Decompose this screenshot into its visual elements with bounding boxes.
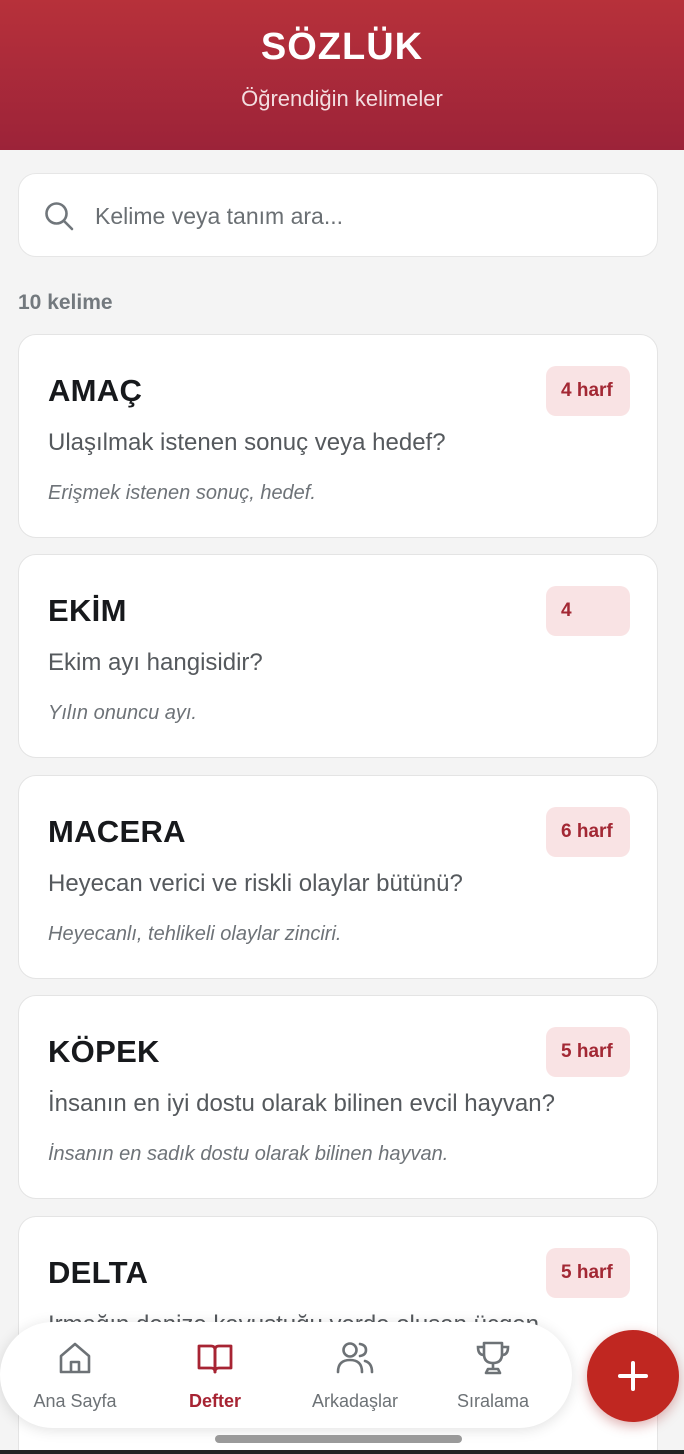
card-answer: Heyecanlı, tehlikeli olaylar zinciri. bbox=[48, 923, 342, 945]
nav-item-defter[interactable]: Defter bbox=[145, 1322, 285, 1428]
search-icon bbox=[45, 202, 74, 231]
plus-icon bbox=[618, 1361, 648, 1391]
home-icon bbox=[59, 1342, 91, 1374]
book-icon bbox=[197, 1344, 233, 1374]
add-word-button[interactable] bbox=[587, 1330, 679, 1422]
card-question: İnsanın en iyi dostu olarak bilinen evci… bbox=[48, 1090, 555, 1117]
home-indicator[interactable] bbox=[215, 1435, 462, 1443]
card-word: KÖPEK bbox=[48, 1034, 160, 1069]
word-count: 10 kelime bbox=[18, 291, 113, 314]
card-word: MACERA bbox=[48, 814, 186, 849]
card-word: AMAÇ bbox=[48, 373, 143, 408]
nav-label: Ana Sayfa bbox=[33, 1391, 117, 1411]
search-input[interactable] bbox=[95, 174, 635, 258]
letter-count-badge: 5 harf bbox=[546, 1027, 630, 1077]
nav-item-ranking[interactable]: Sıralama bbox=[423, 1322, 563, 1428]
screen-edge bbox=[0, 1450, 684, 1454]
letter-count-badge: 4 bbox=[546, 586, 630, 636]
word-card[interactable]: EKİM 4 Ekim ayı hangisidir? Yılın onuncu… bbox=[18, 554, 658, 758]
nav-item-friends[interactable]: Arkadaşlar bbox=[285, 1322, 425, 1428]
page-subtitle: Öğrendiğin kelimeler bbox=[241, 86, 443, 111]
word-card[interactable]: MACERA 6 harf Heyecan verici ve riskli o… bbox=[18, 775, 658, 979]
app-header: SÖZLÜK Öğrendiğin kelimeler bbox=[0, 0, 684, 150]
card-word: EKİM bbox=[48, 593, 127, 628]
letter-count-badge: 4 harf bbox=[546, 366, 630, 416]
card-answer: Yılın onuncu ayı. bbox=[48, 702, 197, 724]
card-answer: İnsanın en sadık dostu olarak bilinen ha… bbox=[48, 1143, 449, 1165]
card-question: Ekim ayı hangisidir? bbox=[48, 649, 263, 676]
friends-icon bbox=[336, 1342, 374, 1374]
page-title: SÖZLÜK bbox=[260, 26, 424, 68]
nav-label: Defter bbox=[188, 1391, 241, 1411]
nav-item-home[interactable]: Ana Sayfa bbox=[5, 1322, 145, 1428]
search-box[interactable] bbox=[18, 173, 658, 258]
trophy-icon bbox=[476, 1341, 510, 1375]
nav-label: Sıralama bbox=[456, 1391, 530, 1411]
bottom-nav: Ana Sayfa Defter Arkadaşlar Sıralama bbox=[0, 1322, 572, 1428]
word-card[interactable]: KÖPEK 5 harf İnsanın en iyi dostu olarak… bbox=[18, 995, 658, 1199]
word-card[interactable]: AMAÇ 4 harf Ulaşılmak istenen sonuç veya… bbox=[18, 334, 658, 538]
card-question: Ulaşılmak istenen sonuç veya hedef? bbox=[48, 429, 446, 456]
card-answer: Erişmek istenen sonuç, hedef. bbox=[48, 482, 316, 504]
nav-label: Arkadaşlar bbox=[311, 1391, 399, 1411]
letter-count-badge: 6 harf bbox=[546, 807, 630, 857]
card-word: DELTA bbox=[48, 1255, 149, 1290]
letter-count-badge: 5 harf bbox=[546, 1248, 630, 1298]
card-question: Heyecan verici ve riskli olaylar bütünü? bbox=[48, 870, 463, 897]
